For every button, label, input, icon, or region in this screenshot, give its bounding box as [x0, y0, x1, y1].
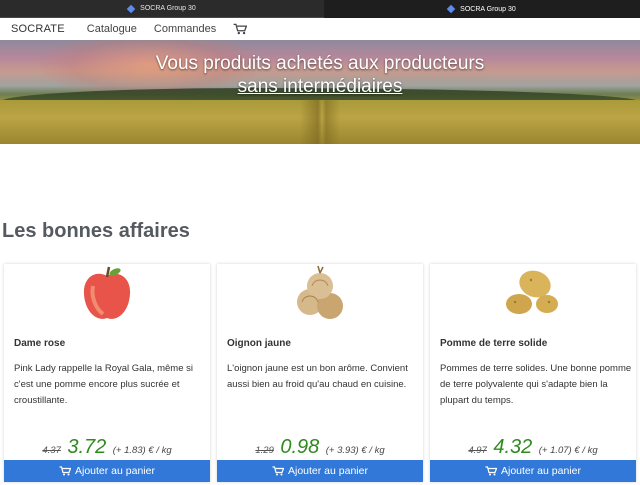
product-name: Oignon jaune — [227, 338, 291, 349]
add-to-cart-label: Ajouter au panier — [288, 465, 368, 477]
hero-line-1: Vous produits achetés aux producteurs — [155, 53, 485, 74]
hero-path — [300, 100, 340, 144]
old-price: 4.97 — [468, 445, 487, 456]
current-price: 3.72 — [67, 436, 107, 458]
current-price: 0.98 — [280, 436, 320, 458]
cart-icon[interactable] — [233, 23, 248, 35]
product-image-potato — [430, 264, 636, 324]
product-name: Dame rose — [14, 338, 66, 349]
price-unit: (+ 3.93) € / kg — [325, 445, 385, 456]
add-to-cart-label: Ajouter au panier — [75, 465, 155, 477]
potato-icon — [506, 270, 558, 314]
cart-icon — [59, 466, 71, 476]
product-price: 4.97 4.32 (+ 1.07) € / kg — [430, 436, 636, 459]
app-diamond-icon — [126, 4, 136, 13]
nav-link-catalogue[interactable]: Catalogue — [87, 23, 137, 35]
product-description: L'oignon jaune est un bon arôme. Convien… — [227, 363, 408, 390]
app-diamond-icon — [446, 4, 456, 14]
add-to-cart-button[interactable]: Ajouter au panier — [217, 460, 423, 482]
current-price: 4.32 — [493, 436, 533, 458]
apple-icon — [83, 266, 131, 319]
old-price: 1.29 — [255, 445, 274, 456]
product-image-onion — [217, 264, 423, 324]
add-to-cart-button[interactable]: Ajouter au panier — [4, 460, 210, 482]
price-unit: (+ 1.07) € / kg — [538, 445, 598, 456]
hero-banner: Vous produits achetés aux producteurs sa… — [0, 40, 640, 144]
product-name: Pomme de terre solide — [440, 338, 548, 349]
product-description: Pommes de terre solides. Une bonne pomme… — [440, 363, 632, 406]
add-to-cart-label: Ajouter au panier — [501, 465, 581, 477]
top-navbar: SOCRATE Catalogue Commandes — [0, 18, 640, 40]
onion-icon — [297, 265, 343, 319]
product-card: Dame rose Pink Lady rappelle la Royal Ga… — [4, 264, 210, 482]
window-title-bar: SOCRA Group 30 SOCRA Group 30 — [0, 0, 640, 18]
nav-link-commandes[interactable]: Commandes — [154, 23, 216, 35]
product-card: Pomme de terre solide Pommes de terre so… — [430, 264, 636, 482]
product-description: Pink Lady rappelle la Royal Gala, même s… — [14, 363, 194, 406]
product-price: 1.29 0.98 (+ 3.93) € / kg — [217, 436, 423, 459]
add-to-cart-button[interactable]: Ajouter au panier — [430, 460, 636, 482]
product-price: 4.37 3.72 (+ 1.83) € / kg — [4, 436, 210, 459]
hero-caption: Vous produits achetés aux producteurs sa… — [0, 52, 640, 98]
hero-line-2: sans intermédiaires — [237, 76, 403, 97]
section-title: Les bonnes affaires — [2, 220, 190, 242]
window-title-right-text: SOCRA Group 30 — [460, 5, 516, 13]
window-title-left-text: SOCRA Group 30 — [140, 5, 196, 12]
product-image-apple — [4, 264, 210, 324]
window-title-left: SOCRA Group 30 — [0, 0, 324, 18]
cart-icon — [272, 466, 284, 476]
brand-link[interactable]: SOCRATE — [11, 23, 65, 35]
window-title-right: SOCRA Group 30 — [324, 0, 640, 18]
old-price: 4.37 — [42, 445, 61, 456]
product-card: Oignon jaune L'oignon jaune est un bon a… — [217, 264, 423, 482]
cart-icon — [485, 466, 497, 476]
price-unit: (+ 1.83) € / kg — [112, 445, 172, 456]
